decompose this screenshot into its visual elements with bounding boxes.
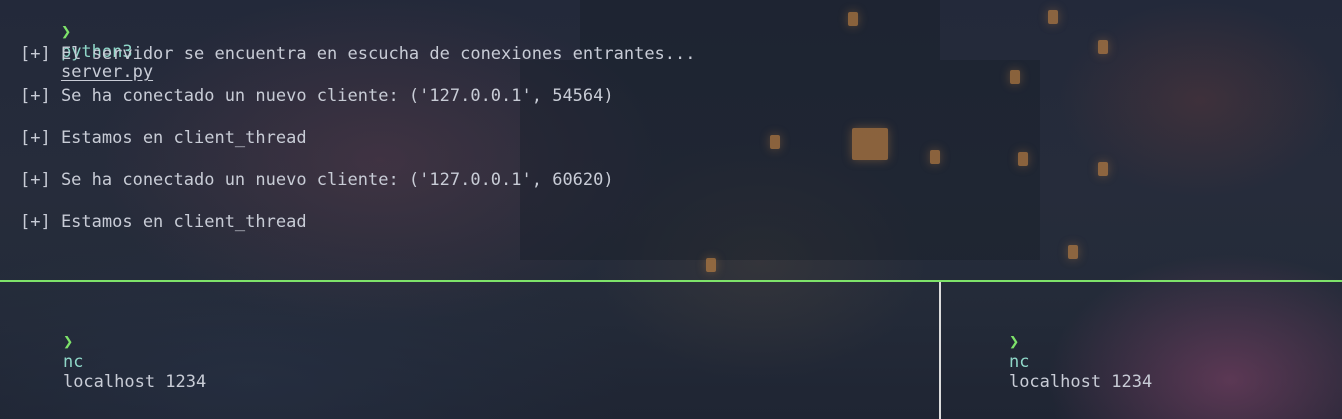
output-line: [+] Se ha conectado un nuevo cliente: ('… bbox=[20, 86, 614, 106]
prompt-arrow-icon: ❯ bbox=[62, 332, 74, 352]
terminal-pane-client-1[interactable]: ❯ nc localhost 1234 bbox=[0, 282, 939, 419]
command-text: nc bbox=[62, 352, 84, 372]
prompt-line: ❯ nc localhost 1234 bbox=[968, 312, 1152, 412]
prompt-line: ❯ nc localhost 1234 bbox=[22, 312, 206, 412]
command-argument: localhost 1234 bbox=[62, 372, 207, 392]
prompt-arrow-icon: ❯ bbox=[60, 22, 72, 42]
command-argument: server.py bbox=[60, 62, 154, 82]
terminal-pane-server[interactable]: ❯ python3 server.py [+] El servidor se e… bbox=[0, 0, 1342, 281]
output-line: [+] Estamos en client_thread bbox=[20, 128, 307, 148]
terminal-pane-client-2[interactable]: ❯ nc localhost 1234 bbox=[941, 282, 1342, 419]
command-text: nc bbox=[1008, 352, 1030, 372]
output-line: [+] Estamos en client_thread bbox=[20, 212, 307, 232]
output-line: [+] Se ha conectado un nuevo cliente: ('… bbox=[20, 170, 614, 190]
command-argument: localhost 1234 bbox=[1008, 372, 1153, 392]
prompt-arrow-icon: ❯ bbox=[1008, 332, 1020, 352]
output-line: [+] El servidor se encuentra en escucha … bbox=[20, 44, 696, 64]
